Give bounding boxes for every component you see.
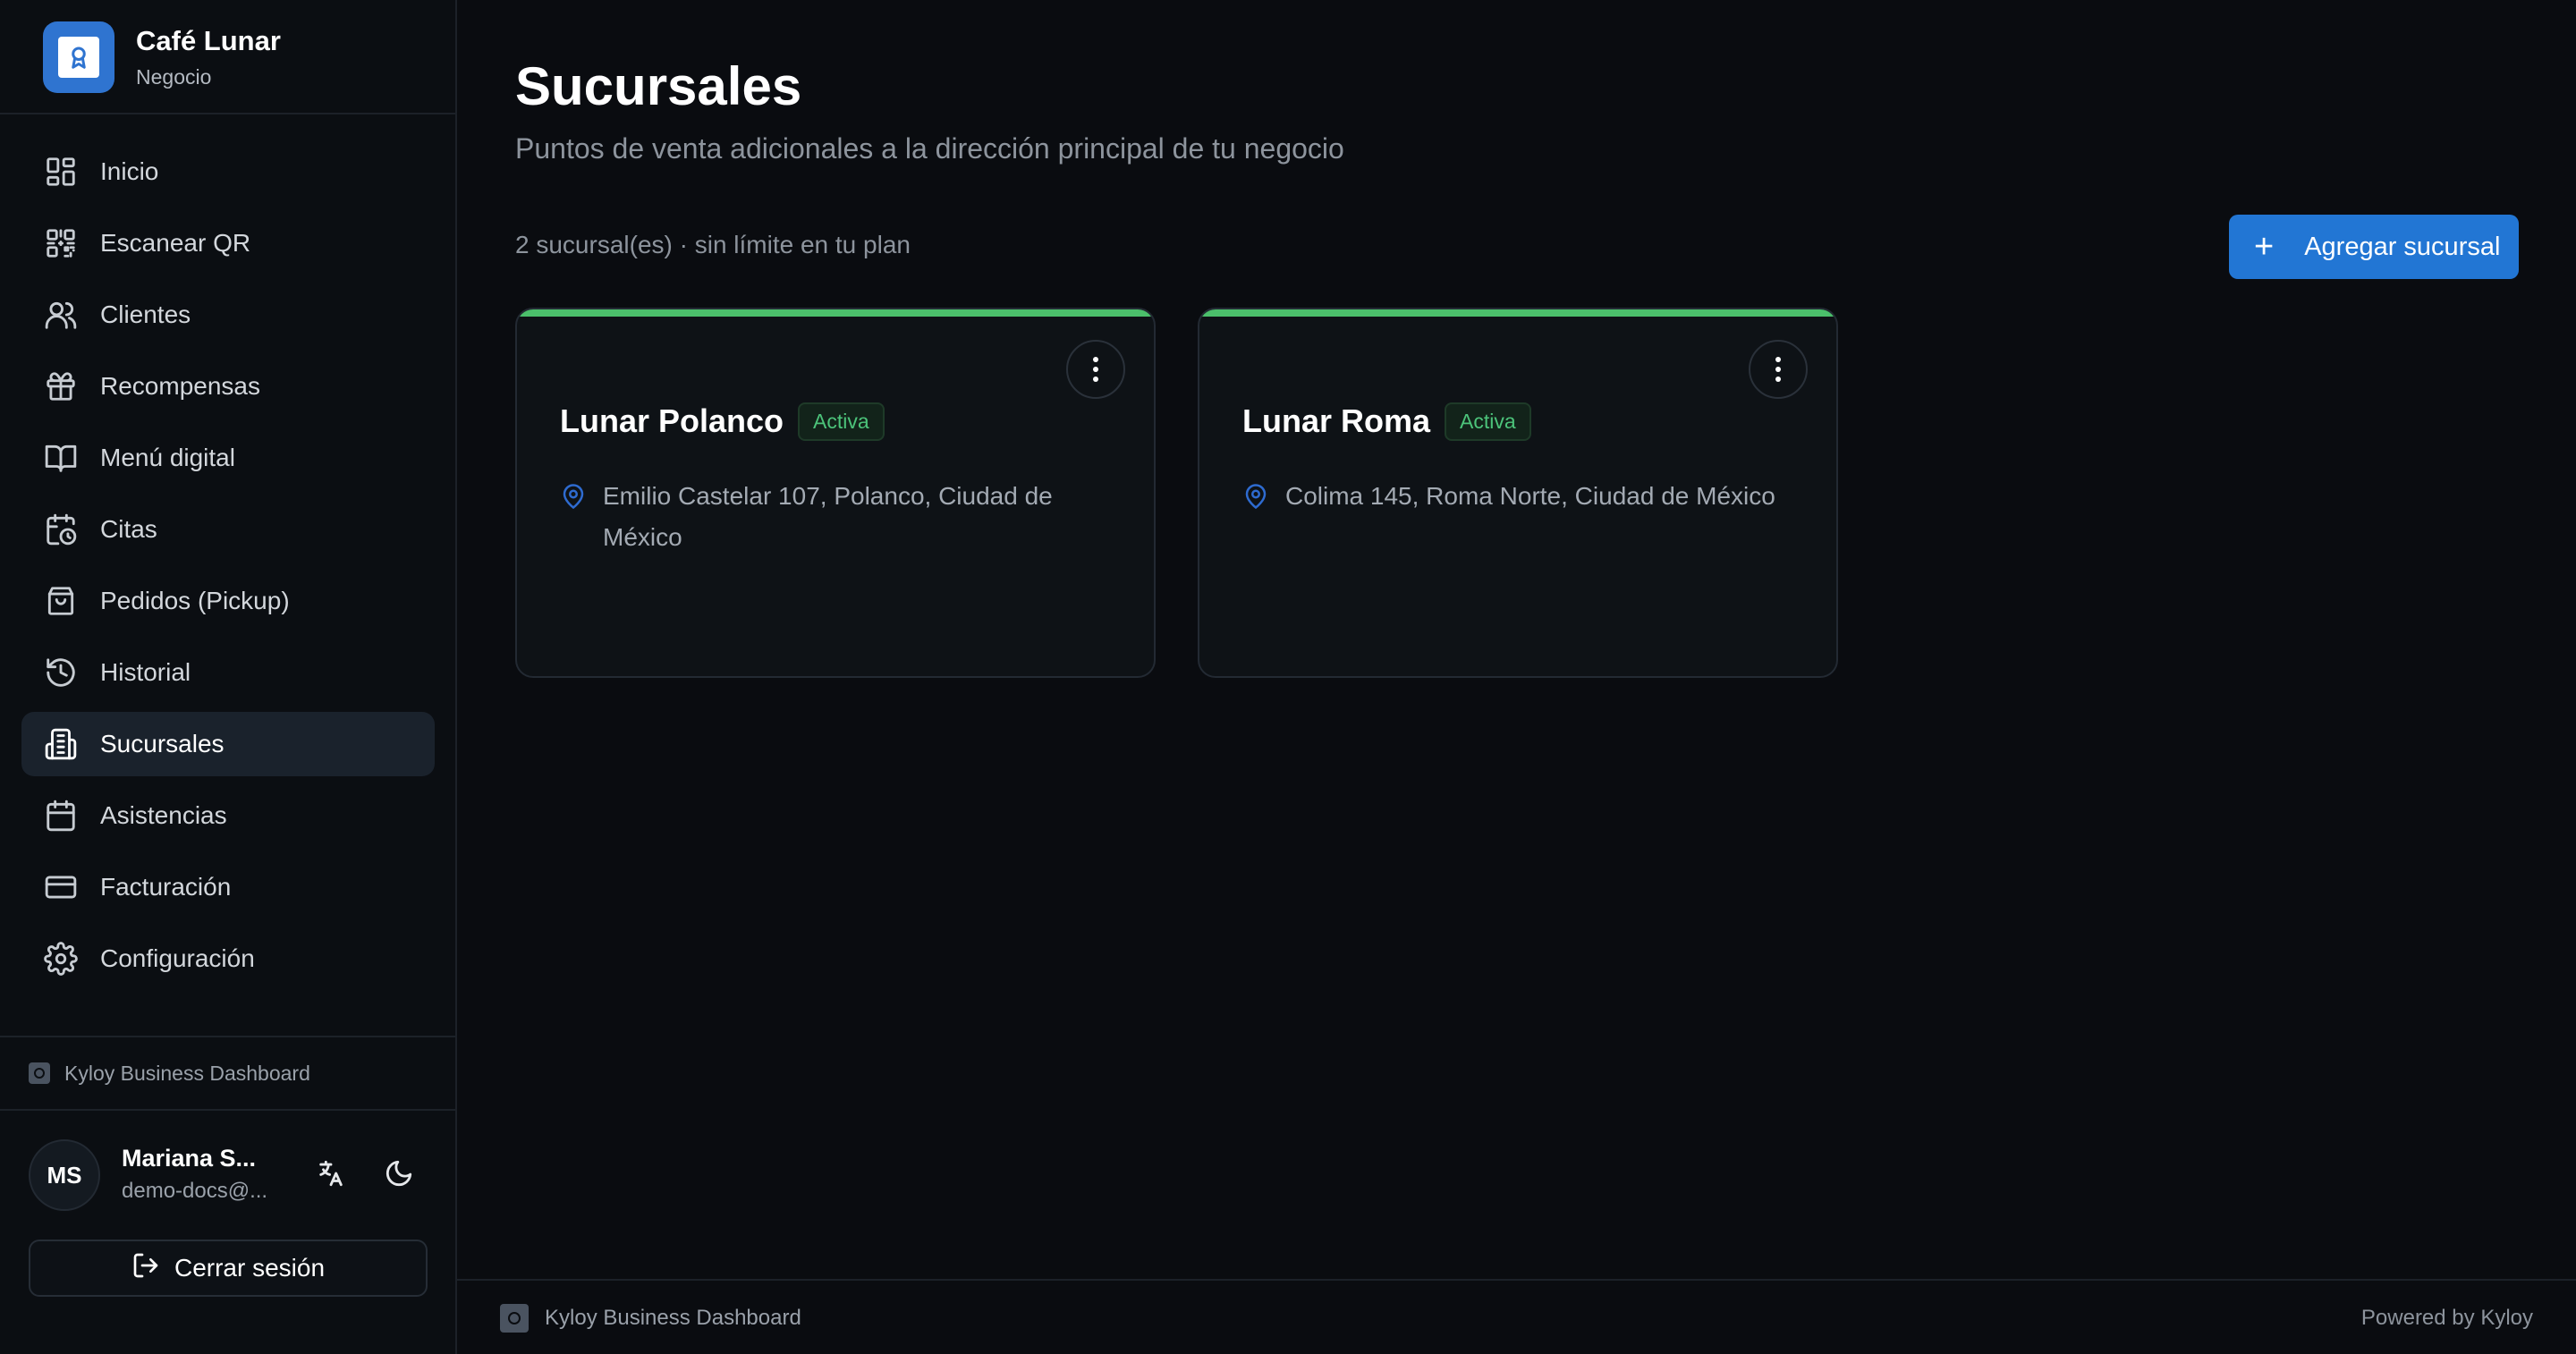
avatar[interactable]: MS <box>29 1139 100 1211</box>
sidebar: Café Lunar Negocio Inicio Escanear QR Cl… <box>0 0 457 1354</box>
map-pin-icon <box>563 484 584 510</box>
sidebar-item-recompensas[interactable]: Recompensas <box>21 354 435 419</box>
branch-address: Emilio Castelar 107, Polanco, Ciudad de … <box>560 481 1097 558</box>
history-icon <box>43 655 79 690</box>
map-pin-icon <box>1245 484 1267 510</box>
sidebar-item-label: Configuración <box>100 944 255 972</box>
gift-icon <box>43 368 79 404</box>
page-footer: Kyloy Business Dashboard Powered by Kylo… <box>457 1279 2576 1354</box>
page-title: Sucursales <box>515 56 802 116</box>
sidebar-item-citas[interactable]: Citas <box>21 497 435 562</box>
footer-brand: Kyloy Business Dashboard <box>500 1304 801 1333</box>
branch-address-text: Emilio Castelar 107, Polanco, Ciudad de … <box>603 482 1053 551</box>
sidebar-footer-label: Kyloy Business Dashboard <box>64 1061 310 1085</box>
branch-name: Lunar Roma <box>1242 402 1431 439</box>
sidebar-item-label: Historial <box>100 658 191 686</box>
qr-code-icon <box>43 225 79 261</box>
sidebar-item-configuracion[interactable]: Configuración <box>21 927 435 991</box>
add-branch-button[interactable]: + Agregar sucursal <box>2229 215 2519 279</box>
dashboard-icon <box>43 154 79 190</box>
branch-title: Lunar Polanco Activa <box>560 402 885 441</box>
branch-name: Lunar Polanco <box>560 402 784 439</box>
gear-icon <box>43 941 79 977</box>
footer-powered-by: Powered by Kyloy <box>2360 1306 2533 1330</box>
sidebar-item-label: Citas <box>100 515 157 543</box>
book-open-icon <box>43 440 79 476</box>
branch-address-text: Colima 145, Roma Norte, Ciudad de México <box>1285 482 1775 510</box>
logout-icon <box>131 1251 174 1286</box>
brand-header: Café Lunar Negocio <box>0 0 455 114</box>
sidebar-item-label: Escanear QR <box>100 229 251 257</box>
calendar-icon <box>43 798 79 834</box>
more-vertical-icon <box>1093 357 1098 362</box>
sidebar-item-label: Asistencias <box>100 801 227 829</box>
status-badge: Activa <box>798 402 885 441</box>
user-name: Mariana S... <box>122 1145 257 1172</box>
user-profile: MS Mariana S... demo-docs@... <box>29 1138 431 1213</box>
sidebar-nav: Inicio Escanear QR Clientes Recompensas … <box>21 140 435 998</box>
sidebar-item-escanear-qr[interactable]: Escanear QR <box>21 211 435 275</box>
sidebar-item-clientes[interactable]: Clientes <box>21 283 435 347</box>
users-icon <box>43 297 79 333</box>
theme-toggle-button[interactable] <box>374 1150 424 1200</box>
more-vertical-icon <box>1775 357 1781 362</box>
sidebar-item-historial[interactable]: Historial <box>21 640 435 705</box>
sidebar-item-inicio[interactable]: Inicio <box>21 140 435 204</box>
branch-address: Colima 145, Roma Norte, Ciudad de México <box>1242 481 1779 517</box>
page-subtitle: Puntos de venta adicionales a la direcci… <box>515 132 1344 165</box>
card-menu-button[interactable] <box>1066 340 1125 399</box>
sidebar-item-label: Recompensas <box>100 372 260 400</box>
brand-logo[interactable] <box>43 21 114 93</box>
award-icon <box>58 37 99 78</box>
branch-card[interactable]: Lunar Polanco Activa Emilio Castelar 107,… <box>515 308 1156 678</box>
sidebar-item-label: Inicio <box>100 157 159 185</box>
moon-icon <box>384 1158 414 1193</box>
language-button[interactable] <box>306 1150 356 1200</box>
main-content: Sucursales Puntos de venta adicionales a… <box>457 0 2576 1279</box>
status-badge: Activa <box>1445 402 1531 441</box>
sidebar-item-label: Facturación <box>100 873 232 901</box>
branch-title: Lunar Roma Activa <box>1242 402 1531 441</box>
footer-brand-label: Kyloy Business Dashboard <box>545 1306 801 1330</box>
translate-icon <box>316 1158 346 1193</box>
building-icon <box>43 726 79 762</box>
brand-subtitle: Negocio <box>136 65 212 89</box>
credit-card-icon <box>43 869 79 905</box>
sidebar-item-sucursales[interactable]: Sucursales <box>21 712 435 776</box>
card-menu-button[interactable] <box>1749 340 1808 399</box>
brand-name: Café Lunar <box>136 25 281 56</box>
sidebar-item-label: Menú digital <box>100 444 235 471</box>
branch-count: 2 sucursal(es) · sin límite en tu plan <box>515 231 911 258</box>
plus-icon: + <box>2254 228 2275 266</box>
shopping-bag-icon <box>43 583 79 619</box>
user-email: demo-docs@... <box>122 1179 268 1203</box>
kyloy-logo-icon <box>29 1062 50 1084</box>
add-branch-label: Agregar sucursal <box>2304 232 2501 261</box>
card-accent-bar <box>1199 309 1836 317</box>
sidebar-footer-brand: Kyloy Business Dashboard <box>0 1036 455 1111</box>
sidebar-item-label: Clientes <box>100 300 191 328</box>
sidebar-item-label: Sucursales <box>100 730 225 757</box>
card-accent-bar <box>517 309 1154 317</box>
sidebar-item-asistencias[interactable]: Asistencias <box>21 783 435 848</box>
logout-button[interactable]: Cerrar sesión <box>29 1240 428 1297</box>
branch-card[interactable]: Lunar Roma Activa Colima 145, Roma Norte,… <box>1198 308 1838 678</box>
sidebar-item-label: Pedidos (Pickup) <box>100 587 290 614</box>
sidebar-item-menu-digital[interactable]: Menú digital <box>21 426 435 490</box>
sidebar-item-facturacion[interactable]: Facturación <box>21 855 435 919</box>
sidebar-item-pedidos[interactable]: Pedidos (Pickup) <box>21 569 435 633</box>
kyloy-logo-icon <box>500 1304 529 1333</box>
calendar-clock-icon <box>43 512 79 547</box>
logout-label: Cerrar sesión <box>174 1254 326 1282</box>
